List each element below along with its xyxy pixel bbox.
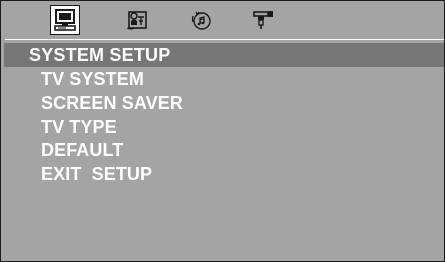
tab-system-setup[interactable] (50, 5, 80, 35)
video-connector-icon (253, 11, 273, 29)
menu-item-screen-saver[interactable]: SCREEN SAVER (41, 92, 183, 114)
disc-audio-icon (191, 11, 211, 30)
tab-language-setup[interactable] (122, 5, 152, 35)
page-title: SYSTEM SETUP (4, 43, 444, 67)
menu-item-tv-system[interactable]: TV SYSTEM (41, 68, 144, 90)
monitor-icon (54, 9, 76, 31)
tab-video-setup[interactable] (248, 5, 278, 35)
tab-audio-setup[interactable] (186, 5, 216, 35)
header-divider (5, 39, 444, 40)
menu-item-exit-setup[interactable]: EXIT SETUP (41, 163, 152, 185)
language-icon (126, 11, 147, 30)
setup-menu-screen: SYSTEM SETUP TV SYSTEM SCREEN SAVER TV T… (0, 0, 445, 262)
setup-tab-bar (1, 1, 444, 39)
menu-item-tv-type[interactable]: TV TYPE (41, 116, 117, 138)
menu-item-default[interactable]: DEFAULT (41, 139, 123, 161)
